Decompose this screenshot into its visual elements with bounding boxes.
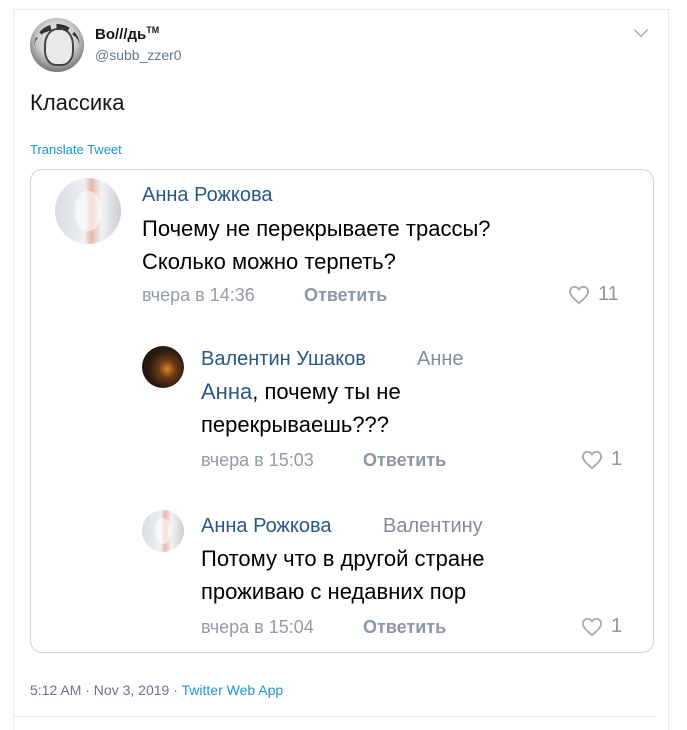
trademark: TM xyxy=(146,25,160,35)
comment-line: проживаю с недавних пор xyxy=(201,579,467,604)
likes-count: 1 xyxy=(611,448,623,470)
heart-icon xyxy=(568,285,590,304)
comment-line: Потому что в другой стране xyxy=(201,546,485,571)
comment-likes: 1 xyxy=(581,615,622,638)
attached-image[interactable]: Анна Рожкова Почему не перекрываете трас… xyxy=(30,169,654,653)
comment-line-rest: , почему ты не xyxy=(252,379,401,404)
avatar-face xyxy=(44,28,74,66)
comment-reply-to: Валентину xyxy=(383,515,483,537)
display-name[interactable]: Во///дьTM xyxy=(95,25,159,43)
comment-time: вчера в 15:03 xyxy=(201,450,314,470)
comment-reply-button: Ответить xyxy=(304,285,388,305)
likes-count: 11 xyxy=(598,283,619,305)
user-handle[interactable]: @subb_zzer0 xyxy=(95,47,182,63)
heart-icon xyxy=(581,450,603,469)
display-name-text: Во///дь xyxy=(95,26,147,43)
comment-line: Почему не перекрываете трассы? xyxy=(142,216,491,241)
comment-reply-button: Ответить xyxy=(363,450,447,470)
comment-author: Анна Рожкова xyxy=(142,184,273,206)
comment-reply-button: Ответить xyxy=(363,617,447,637)
comment-text: Анна, почему ты не перекрываешь??? xyxy=(201,375,401,441)
tweet-text: Классика xyxy=(30,90,125,115)
comment-author: Анна Рожкова xyxy=(201,515,332,537)
comment-time: вчера в 14:36 xyxy=(142,285,255,305)
mention-link: Анна xyxy=(201,379,253,404)
timestamp-text[interactable]: 5:12 AM · Nov 3, 2019 · xyxy=(30,682,182,698)
comment-avatar xyxy=(142,510,184,552)
comment-line: Сколько можно терпеть? xyxy=(142,249,396,274)
tweet-timestamp: 5:12 AM · Nov 3, 2019 · Twitter Web App xyxy=(30,682,283,698)
comment-line: Анна, почему ты не xyxy=(201,375,401,408)
comment-time: вчера в 15:04 xyxy=(201,617,314,637)
source-app-link[interactable]: Twitter Web App xyxy=(182,682,284,698)
comment-likes: 11 xyxy=(568,283,619,306)
comment-text: Потому что в другой стране проживаю с не… xyxy=(201,542,485,608)
translate-tweet-link[interactable]: Translate Tweet xyxy=(30,142,122,157)
comment-author: Валентин Ушаков xyxy=(201,348,366,370)
comment-text: Почему не перекрываете трассы? Сколько м… xyxy=(142,212,491,278)
likes-count: 1 xyxy=(611,615,623,637)
heart-icon xyxy=(581,617,603,636)
divider xyxy=(13,716,656,717)
comment-likes: 1 xyxy=(581,448,622,471)
comment-avatar xyxy=(55,178,121,244)
comment-avatar xyxy=(142,346,184,388)
comment-reply-to: Анне xyxy=(417,348,464,370)
user-avatar[interactable] xyxy=(30,18,84,72)
comment-line: перекрываешь??? xyxy=(201,412,390,437)
